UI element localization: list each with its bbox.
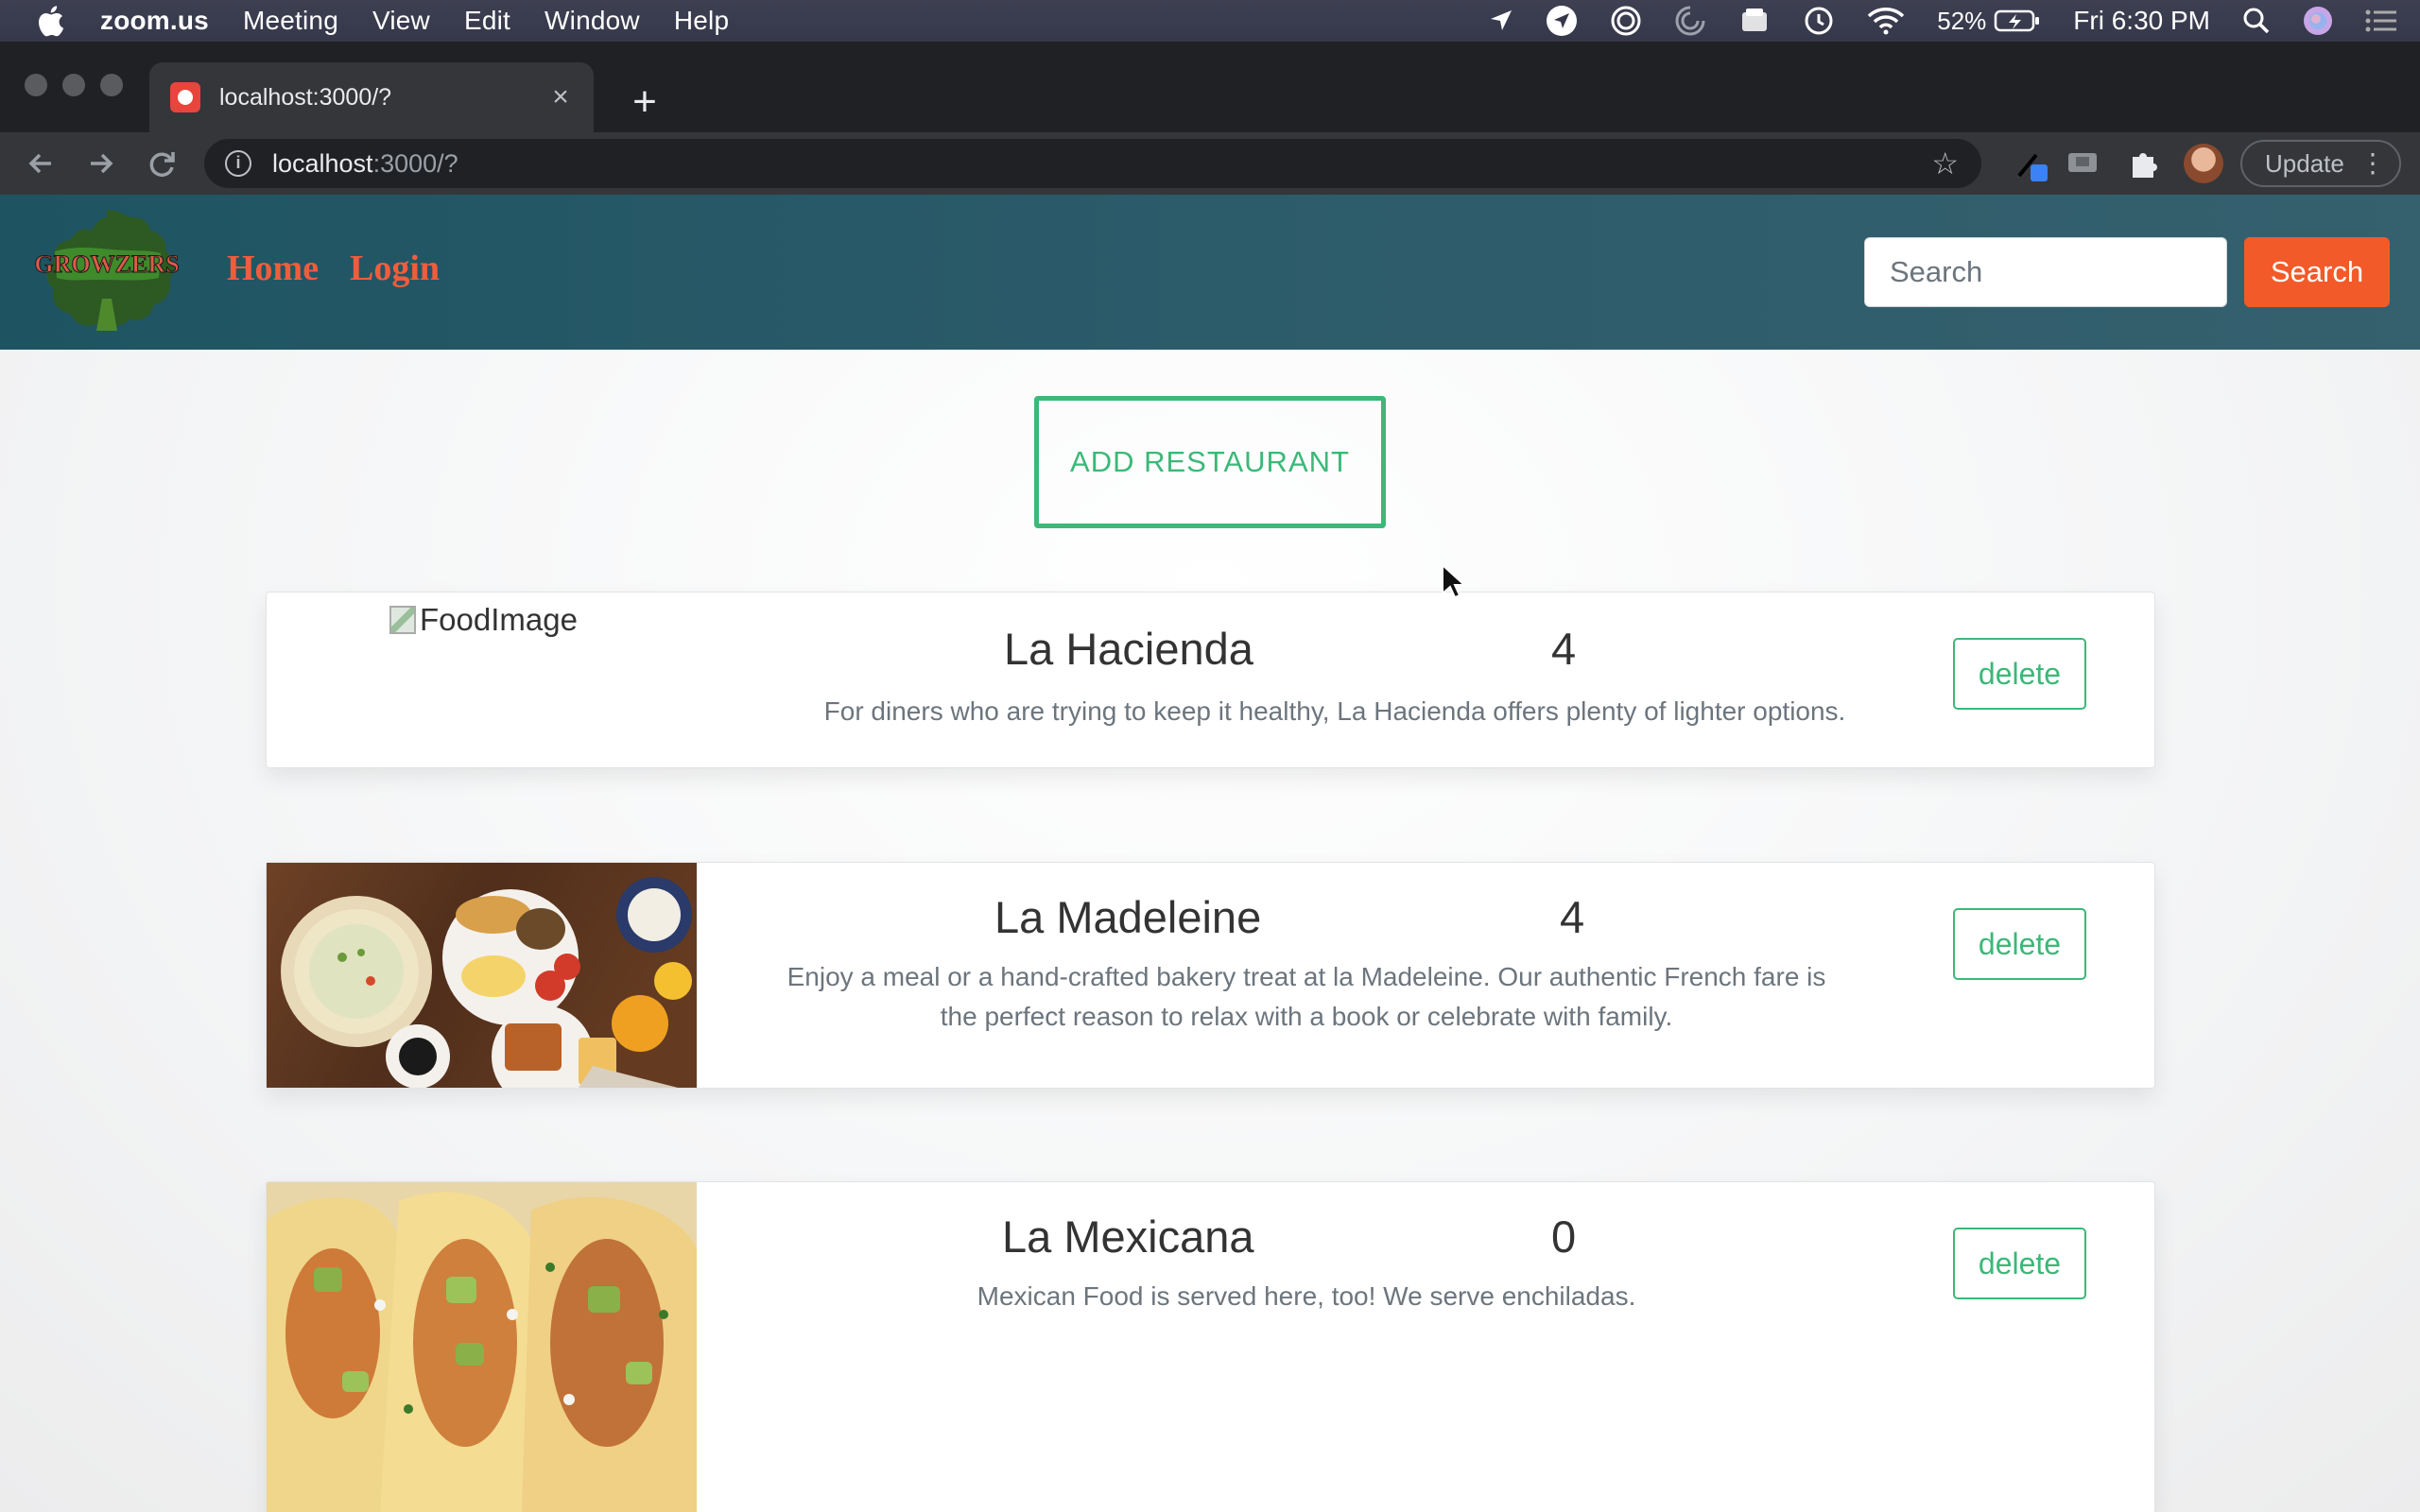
restaurant-description: For diners who are trying to keep it hea… <box>823 696 1846 726</box>
description-line: the perfect reason to relax with a book … <box>940 1002 1673 1031</box>
menu-view[interactable]: View <box>372 6 430 36</box>
back-arrow-icon[interactable] <box>21 144 60 183</box>
search-input[interactable] <box>1864 237 2227 307</box>
restaurant-rating: 4 <box>1551 624 1577 674</box>
image-alt-text: FoodImage <box>420 602 578 637</box>
window-controls <box>25 74 138 96</box>
update-label: Update <box>2265 148 2344 178</box>
chrome-update-button[interactable]: Update ⋮ <box>2240 140 2401 187</box>
menu-help[interactable]: Help <box>674 6 729 36</box>
location-arrow-icon[interactable] <box>1489 9 1513 33</box>
broken-image-icon <box>389 606 416 634</box>
browser-toolbar: i localhost:3000/? ☆ Update ⋮ <box>0 132 2420 195</box>
delete-button[interactable]: delete <box>1953 638 2086 710</box>
add-restaurant-button[interactable]: ADD RESTAURANT <box>1034 396 1386 528</box>
drive-icon[interactable] <box>1738 5 1771 37</box>
nav-link-login[interactable]: Login <box>350 248 440 289</box>
profile-avatar[interactable] <box>2184 144 2223 183</box>
restaurant-rating: 0 <box>1551 1211 1577 1262</box>
restaurant-description: Enjoy a meal or a hand-crafted bakery tr… <box>720 957 1893 1037</box>
time-machine-icon[interactable] <box>1803 5 1835 37</box>
more-menu-icon[interactable]: ⋮ <box>2360 147 2386 180</box>
battery-percent: 52% <box>1937 6 1987 35</box>
description-line: Enjoy a meal or a hand-crafted bakery tr… <box>786 962 1826 991</box>
eyedropper-extension-icon[interactable] <box>2014 146 2049 181</box>
menu-window[interactable]: Window <box>544 6 640 36</box>
site-info-icon[interactable]: i <box>225 150 251 177</box>
web-page: GROWZERS Home Login Search ADD RESTAURAN… <box>0 195 2420 1512</box>
apple-icon[interactable] <box>36 5 64 37</box>
restaurant-food-image <box>267 1182 697 1512</box>
browser-tab[interactable]: localhost:3000/? × <box>149 62 594 132</box>
battery-icon <box>1995 9 2040 32</box>
restaurant-name: La Hacienda <box>1004 624 1253 674</box>
url-host: localhost <box>272 148 373 178</box>
menu-app-name[interactable]: zoom.us <box>100 6 209 36</box>
browser-tab-strip: localhost:3000/? × + <box>0 42 2420 132</box>
close-tab-icon[interactable]: × <box>546 83 575 112</box>
restaurant-card: La Madeleine 4 Enjoy a meal or a hand-cr… <box>266 862 2155 1089</box>
minimize-window-button[interactable] <box>62 74 85 96</box>
restaurant-name: La Madeleine <box>994 892 1262 942</box>
site-navbar: GROWZERS Home Login Search <box>0 195 2420 350</box>
favicon-icon <box>170 82 200 112</box>
zoom-window-button[interactable] <box>100 74 123 96</box>
menu-meeting[interactable]: Meeting <box>243 6 338 36</box>
tab-title: localhost:3000/? <box>219 83 392 111</box>
siri-icon[interactable] <box>2303 6 2333 36</box>
reload-icon[interactable] <box>142 144 182 183</box>
delete-button[interactable]: delete <box>1953 1228 2086 1299</box>
restaurant-card: La Mexicana 0 Mexican Food is served her… <box>266 1181 2155 1512</box>
wifi-icon[interactable] <box>1867 7 1905 35</box>
restaurant-card: FoodImage La Hacienda 4 For diners who a… <box>266 592 2155 768</box>
macos-menu-bar: zoom.us Meeting View Edit Window Help 52… <box>0 0 2420 42</box>
address-bar[interactable]: i localhost:3000/? ☆ <box>204 139 1981 188</box>
menubar-clock[interactable]: Fri 6:30 PM <box>2073 6 2210 36</box>
search-button[interactable]: Search <box>2244 237 2390 307</box>
screen-share-extension-icon[interactable] <box>2065 146 2100 181</box>
menu-edit[interactable]: Edit <box>464 6 510 36</box>
mouse-cursor-icon <box>1442 563 1465 599</box>
spotlight-search-icon[interactable] <box>2242 7 2271 35</box>
restaurant-rating: 4 <box>1560 892 1585 942</box>
food-image-broken: FoodImage <box>389 602 578 638</box>
send-icon[interactable] <box>1546 5 1578 37</box>
forward-arrow-icon[interactable] <box>81 144 121 183</box>
svg-text:GROWZERS: GROWZERS <box>34 250 179 278</box>
bookmark-star-icon[interactable]: ☆ <box>1931 148 1959 179</box>
nav-link-home[interactable]: Home <box>227 248 319 289</box>
new-tab-plus-icon[interactable]: + <box>626 81 664 123</box>
notification-center-icon[interactable] <box>2365 9 2397 33</box>
moon-spinner-icon[interactable] <box>1674 5 1706 37</box>
extensions-puzzle-icon[interactable] <box>2125 146 2161 181</box>
restaurant-name: La Mexicana <box>1002 1211 1254 1262</box>
restaurant-description: Mexican Food is served here, too! We ser… <box>977 1281 1636 1311</box>
close-window-button[interactable] <box>25 74 47 96</box>
restaurant-food-image <box>267 863 697 1088</box>
url-path: :3000/? <box>372 148 458 178</box>
battery-status[interactable]: 52% <box>1937 7 2041 36</box>
delete-button[interactable]: delete <box>1953 908 2086 980</box>
growzers-logo[interactable]: GROWZERS <box>26 204 187 336</box>
target-icon[interactable] <box>1610 5 1642 37</box>
